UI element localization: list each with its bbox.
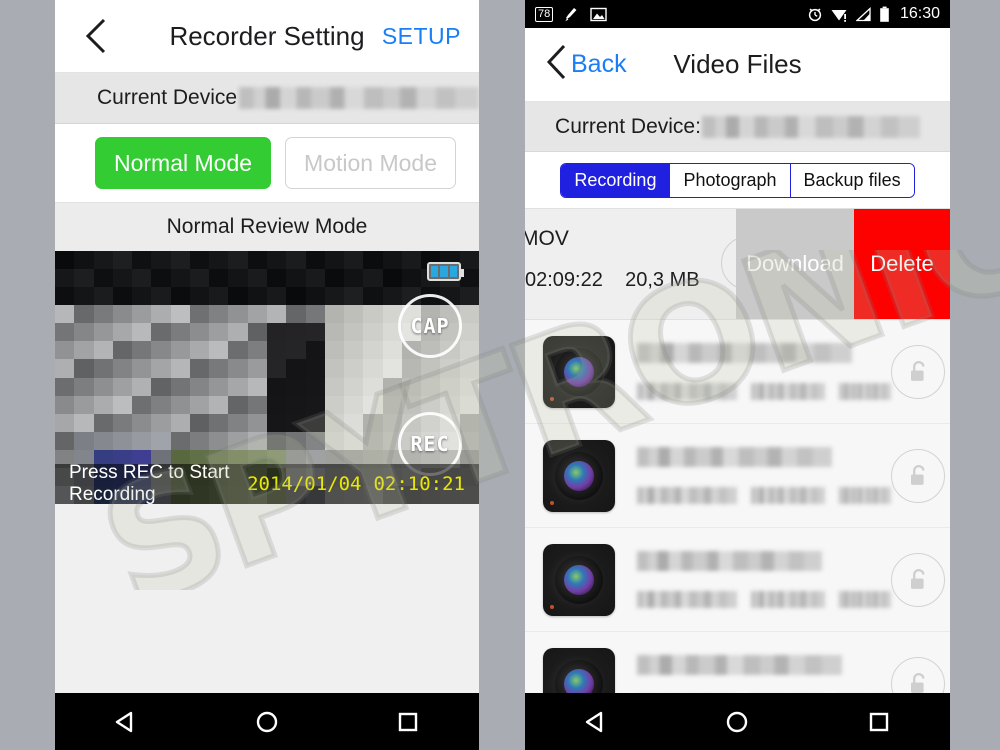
android-home-button[interactable] [702, 693, 772, 750]
file-duration-blurred [751, 383, 825, 400]
back-button[interactable]: Back [545, 42, 627, 87]
android-home-button[interactable] [232, 693, 302, 750]
circle-home-icon [256, 711, 278, 732]
file-name-blurred [637, 655, 842, 675]
circle-home-icon [727, 711, 748, 732]
table-row[interactable] [525, 320, 950, 424]
left-current-device-bar: Current Device [55, 73, 479, 124]
square-recents-icon [869, 712, 889, 731]
back-button-label: Back [571, 50, 627, 78]
image-icon [590, 7, 607, 21]
tab-backup-files[interactable]: Backup files [790, 163, 914, 197]
current-device-label: Current Device [97, 86, 238, 109]
file-duration-blurred [751, 487, 825, 504]
right-current-device-bar: Current Device: [525, 102, 950, 152]
chevron-left-icon [545, 42, 569, 87]
back-button[interactable] [73, 13, 119, 59]
right-android-navbar [525, 693, 950, 750]
notification-count-badge: 78 [535, 6, 554, 22]
setup-button[interactable]: SETUP [382, 23, 461, 50]
file-date-blurred [637, 591, 737, 608]
swiped-file-duration: 02:09:22 [525, 269, 603, 291]
delete-button[interactable]: Delete [854, 209, 950, 319]
file-date-blurred [637, 383, 737, 400]
right-nav-header: Back Video Files [525, 28, 950, 102]
right-phone-screen: 78 16:30 Back Video Files Current Device… [525, 0, 950, 750]
file-meta [637, 551, 891, 608]
wifi-warning-icon [831, 9, 847, 22]
cap-button[interactable]: CAP [398, 294, 462, 358]
lock-open-icon[interactable] [891, 344, 945, 399]
file-size-blurred [839, 487, 891, 504]
statusbar-clock: 16:30 [899, 5, 940, 22]
file-meta [637, 447, 891, 504]
file-type-tabs: Recording Photograph Backup files [525, 152, 950, 209]
android-recents-button[interactable] [373, 693, 443, 750]
battery-icon [427, 262, 464, 281]
camera-lens-icon [543, 439, 615, 512]
current-device-label: Current Device: [555, 114, 701, 138]
camera-lens-icon [543, 543, 615, 616]
android-statusbar: 78 16:30 [525, 0, 950, 28]
file-name-blurred [637, 447, 832, 467]
alarm-icon [808, 8, 822, 22]
current-device-value-blurred [701, 115, 920, 138]
chevron-left-icon [83, 16, 109, 56]
file-duration-blurred [751, 591, 825, 608]
file-name-blurred [637, 343, 852, 363]
video-status-message: Press REC to Start Recording [69, 462, 230, 504]
triangle-back-icon [115, 711, 132, 732]
swiped-file-name: MOV [525, 227, 569, 250]
current-device-value-blurred [239, 87, 479, 109]
lock-open-icon[interactable] [891, 552, 945, 607]
left-android-navbar [55, 693, 479, 750]
table-row[interactable] [525, 528, 950, 632]
signal-icon [855, 6, 871, 21]
left-phone-screen: Recorder Setting SETUP Current Device No… [55, 0, 479, 750]
swiped-file-row[interactable]: MOV 02:09:22 20,3 MB Download Delete [525, 209, 950, 320]
tab-recording[interactable]: Recording [561, 163, 671, 197]
file-meta [637, 343, 891, 400]
square-recents-icon [399, 712, 418, 731]
video-status-overlay: Press REC to Start Recording 2014/01/04 … [55, 462, 479, 504]
lock-open-icon[interactable] [891, 448, 945, 503]
file-size-blurred [839, 591, 891, 608]
android-recents-button[interactable] [844, 693, 914, 750]
file-name-blurred [637, 551, 822, 571]
battery-icon [880, 6, 889, 22]
broom-icon [565, 7, 577, 21]
normal-mode-button[interactable]: Normal Mode [95, 137, 272, 189]
triangle-back-icon [585, 711, 603, 732]
file-size-blurred [839, 383, 891, 400]
left-empty-area [55, 504, 479, 706]
download-button[interactable]: Download [736, 209, 854, 319]
android-back-button[interactable] [91, 693, 161, 750]
tab-photograph[interactable]: Photograph [670, 163, 791, 197]
video-date: 2014/01/04 [247, 473, 362, 495]
review-mode-label: Normal Review Mode [55, 203, 479, 251]
left-nav-header: Recorder Setting SETUP [55, 0, 479, 73]
video-file-list [525, 320, 950, 736]
file-date-blurred [637, 487, 737, 504]
motion-mode-button[interactable]: Motion Mode [285, 137, 457, 189]
swiped-file-size: 20,3 MB [625, 269, 700, 291]
video-time: 02:10:21 [373, 473, 465, 495]
screenshot-stage: Recorder Setting SETUP Current Device No… [0, 0, 1000, 750]
mode-toggle-row: Normal Mode Motion Mode [55, 124, 479, 203]
table-row[interactable] [525, 424, 950, 528]
camera-lens-icon [543, 335, 615, 408]
video-preview[interactable]: CAP REC Press REC to Start Recording 201… [55, 251, 479, 504]
android-back-button[interactable] [561, 693, 631, 750]
